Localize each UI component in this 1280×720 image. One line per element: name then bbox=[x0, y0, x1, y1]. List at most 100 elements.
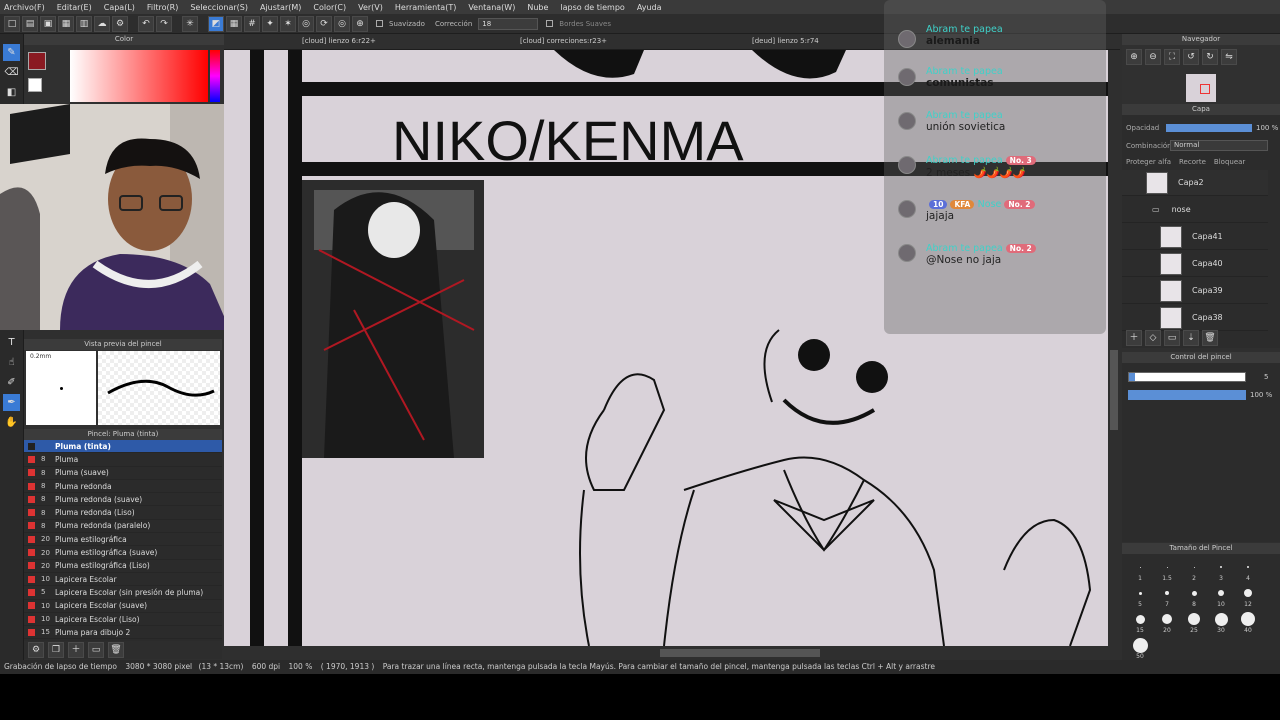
smoothing-checkbox[interactable] bbox=[376, 20, 383, 27]
tab-lienzo-5[interactable]: [deud] lienzo 5:r74 bbox=[752, 37, 819, 45]
brush-size-option[interactable]: 1.5 bbox=[1155, 559, 1179, 583]
brush-opacity-slider[interactable] bbox=[1128, 390, 1246, 400]
blend-mode-select[interactable]: Normal bbox=[1170, 140, 1268, 151]
menu-file[interactable]: Archivo(F) bbox=[4, 3, 45, 12]
opacity-slider[interactable] bbox=[1166, 124, 1252, 132]
subtool-delete-button[interactable]: 🗑 bbox=[108, 642, 124, 658]
blend-tool-icon[interactable]: ☝ bbox=[3, 354, 20, 371]
save-button[interactable]: ▣ bbox=[40, 15, 56, 32]
settings-button[interactable]: ⚙ bbox=[112, 15, 128, 32]
brush-size-option[interactable]: 3 bbox=[1209, 559, 1233, 583]
rotate-left-icon[interactable]: ↺ bbox=[1183, 49, 1199, 65]
brush-size-option[interactable]: 50 bbox=[1128, 637, 1152, 661]
menu-edit[interactable]: Editar(E) bbox=[57, 3, 92, 12]
layer-row[interactable]: Capa39 bbox=[1122, 278, 1268, 304]
brush-size-option[interactable]: 1 bbox=[1128, 559, 1152, 583]
sub-color-swatch[interactable] bbox=[28, 78, 42, 92]
flip-icon[interactable]: ⇋ bbox=[1221, 49, 1237, 65]
grid-button[interactable]: # bbox=[244, 15, 260, 32]
redo-button[interactable]: ↷ bbox=[156, 15, 172, 32]
target-button[interactable]: ⊕ bbox=[352, 15, 368, 32]
vertical-scrollbar[interactable] bbox=[1108, 50, 1120, 646]
undo-button[interactable]: ↶ bbox=[138, 15, 154, 32]
export-button[interactable]: ▦ bbox=[58, 15, 74, 32]
brush-item[interactable]: 8 Pluma redonda bbox=[24, 480, 222, 494]
fill-tool-icon[interactable]: ◧ bbox=[3, 84, 20, 101]
concentric-button[interactable]: ◎ bbox=[298, 15, 314, 32]
new-canvas-button[interactable]: □ bbox=[4, 15, 20, 32]
snap-ruler-button[interactable]: ◩ bbox=[208, 15, 224, 32]
brush-size-option[interactable]: 7 bbox=[1155, 585, 1179, 609]
brush-size-option[interactable]: 10 bbox=[1209, 585, 1233, 609]
brush-item[interactable]: 10 Lapicera Escolar (suave) bbox=[24, 600, 222, 613]
correction-input[interactable]: 18 bbox=[478, 17, 539, 30]
text-tool-icon[interactable]: T bbox=[3, 334, 20, 351]
layer-row[interactable]: Capa38 bbox=[1122, 305, 1268, 331]
brush-size-option[interactable]: 2 bbox=[1182, 559, 1206, 583]
pen-tool-icon[interactable]: ✎ bbox=[3, 44, 20, 61]
layer-folder-row[interactable]: ▭ nose bbox=[1122, 197, 1268, 223]
brush-size-option[interactable]: 4 bbox=[1236, 559, 1260, 583]
brush-item[interactable]: 8 Pluma redonda (Liso) bbox=[24, 506, 222, 520]
brush-size-option[interactable]: 8 bbox=[1182, 585, 1206, 609]
brush-item[interactable]: 20 Pluma estilográfica bbox=[24, 533, 222, 547]
zoom-out-icon[interactable]: ⊖ bbox=[1145, 49, 1161, 65]
cloud-button[interactable]: ☁ bbox=[94, 15, 110, 32]
snap-grid-button[interactable]: ▦ bbox=[226, 15, 242, 32]
new-folder-button[interactable]: ▭ bbox=[1164, 330, 1180, 346]
eraser-tool-icon[interactable]: ⌫ bbox=[3, 64, 20, 81]
brush-item[interactable]: 10 Lapicera Escolar bbox=[24, 573, 222, 587]
brush-size-option[interactable]: 15 bbox=[1128, 611, 1152, 635]
menu-timelapse[interactable]: lapso de tiempo bbox=[560, 3, 624, 12]
symmetry-button[interactable]: ✶ bbox=[280, 15, 296, 32]
menu-select[interactable]: Seleccionar(S) bbox=[190, 3, 248, 12]
soft-edges-checkbox[interactable] bbox=[546, 20, 554, 27]
menu-layer[interactable]: Capa(L) bbox=[104, 3, 135, 12]
menu-adjust[interactable]: Ajustar(M) bbox=[260, 3, 301, 12]
delete-layer-button[interactable]: 🗑 bbox=[1202, 330, 1218, 346]
menu-tool[interactable]: Herramienta(T) bbox=[395, 3, 456, 12]
new-raster-layer-button[interactable]: ＋ bbox=[1126, 330, 1142, 346]
brush-item[interactable]: 5 Lapicera Escolar (sin presión de pluma) bbox=[24, 586, 222, 600]
layer-row[interactable]: Capa40 bbox=[1122, 251, 1268, 277]
brush-item[interactable]: 8 Pluma redonda (suave) bbox=[24, 493, 222, 507]
subtool-folder-button[interactable]: ▭ bbox=[88, 642, 104, 658]
brush-item[interactable]: 8 Pluma redonda (paralelo) bbox=[24, 520, 222, 534]
brush-size-slider[interactable] bbox=[1128, 372, 1246, 382]
rotate-right-icon[interactable]: ↻ bbox=[1202, 49, 1218, 65]
brush-size-option[interactable]: 5 bbox=[1128, 585, 1152, 609]
tab-lienzo-6[interactable]: [cloud] lienzo 6:r22+ bbox=[302, 37, 376, 45]
pencil-tool-icon[interactable]: ✐ bbox=[3, 374, 20, 391]
brush-item[interactable]: 8 Pluma (suave) bbox=[24, 467, 222, 480]
brush-size-option[interactable]: 25 bbox=[1182, 611, 1206, 635]
open-button[interactable]: ▤ bbox=[22, 15, 38, 32]
horizontal-scrollbar[interactable] bbox=[224, 646, 1120, 660]
brush-item[interactable]: 15 Pluma para dibujo 2 bbox=[24, 626, 222, 640]
main-color-swatch[interactable] bbox=[28, 52, 46, 70]
flip-button[interactable]: ◎ bbox=[334, 15, 350, 32]
brush-size-option[interactable]: 30 bbox=[1209, 611, 1233, 635]
subtool-copy-button[interactable]: ❐ bbox=[48, 642, 64, 658]
subtool-new-button[interactable]: ＋ bbox=[68, 642, 84, 658]
zoom-in-icon[interactable]: ⊕ bbox=[1126, 49, 1142, 65]
brush-item[interactable]: 20 Pluma estilográfica (suave) bbox=[24, 546, 222, 560]
fit-icon[interactable]: ⛶ bbox=[1164, 49, 1180, 65]
menu-cloud[interactable]: Nube bbox=[527, 3, 548, 12]
navigator-thumbnail[interactable] bbox=[1186, 74, 1216, 102]
layer-row[interactable]: Capa2 bbox=[1122, 170, 1268, 196]
merge-layer-button[interactable]: ⇣ bbox=[1183, 330, 1199, 346]
subtool-settings-button[interactable]: ⚙ bbox=[28, 642, 44, 658]
protect-alpha-checkbox[interactable]: Proteger alfa bbox=[1126, 158, 1171, 166]
menu-filter[interactable]: Filtro(R) bbox=[147, 3, 178, 12]
hue-slider[interactable] bbox=[210, 50, 220, 102]
perspective-button[interactable]: ✦ bbox=[262, 15, 278, 32]
lock-checkbox[interactable]: Bloquear bbox=[1214, 158, 1245, 166]
menu-color[interactable]: Color(C) bbox=[313, 3, 346, 12]
pen-sub-tool-icon[interactable]: ✒ bbox=[3, 394, 20, 411]
rotate-button[interactable]: ⟳ bbox=[316, 15, 332, 32]
brush-item[interactable]: Pluma (tinta) bbox=[24, 440, 222, 454]
clip-checkbox[interactable]: Recorte bbox=[1179, 158, 1206, 166]
brush-item[interactable]: 10 Lapicera Escolar (Liso) bbox=[24, 613, 222, 627]
menu-help[interactable]: Ayuda bbox=[637, 3, 662, 12]
brush-item[interactable]: 8 Pluma bbox=[24, 453, 222, 467]
